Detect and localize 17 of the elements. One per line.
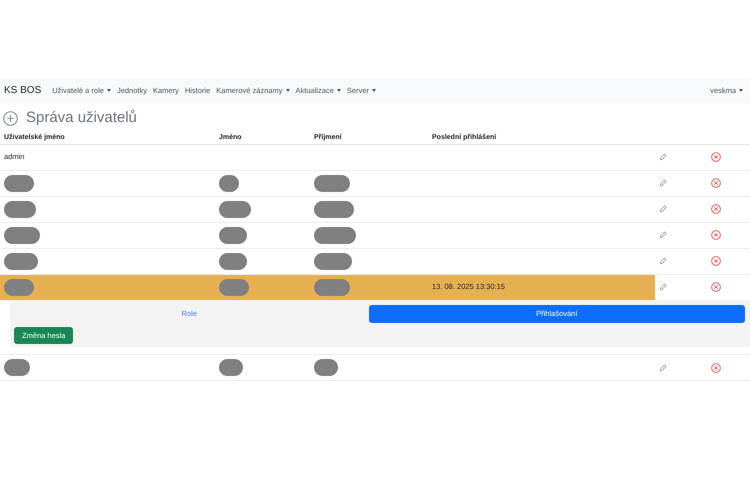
edit-icon[interactable] [659,179,667,188]
edit-icon[interactable] [659,364,667,372]
delete-icon[interactable] [711,282,721,292]
page-title: Správa uživatelů [26,108,137,128]
delete-icon[interactable] [711,204,721,214]
delete-icon[interactable] [711,230,721,240]
edit-icon[interactable] [659,257,667,266]
delete-icon[interactable] [711,152,721,162]
add-icon[interactable] [3,110,18,126]
edit-icon[interactable] [659,231,667,240]
delete-icon[interactable] [711,178,721,188]
edit-icon[interactable] [659,153,667,162]
edit-icon[interactable] [659,205,667,214]
delete-icon[interactable] [711,256,721,266]
edit-icon[interactable] [659,283,667,292]
brand-name[interactable]: KS BOS [4,83,42,98]
delete-icon[interactable] [711,362,721,373]
